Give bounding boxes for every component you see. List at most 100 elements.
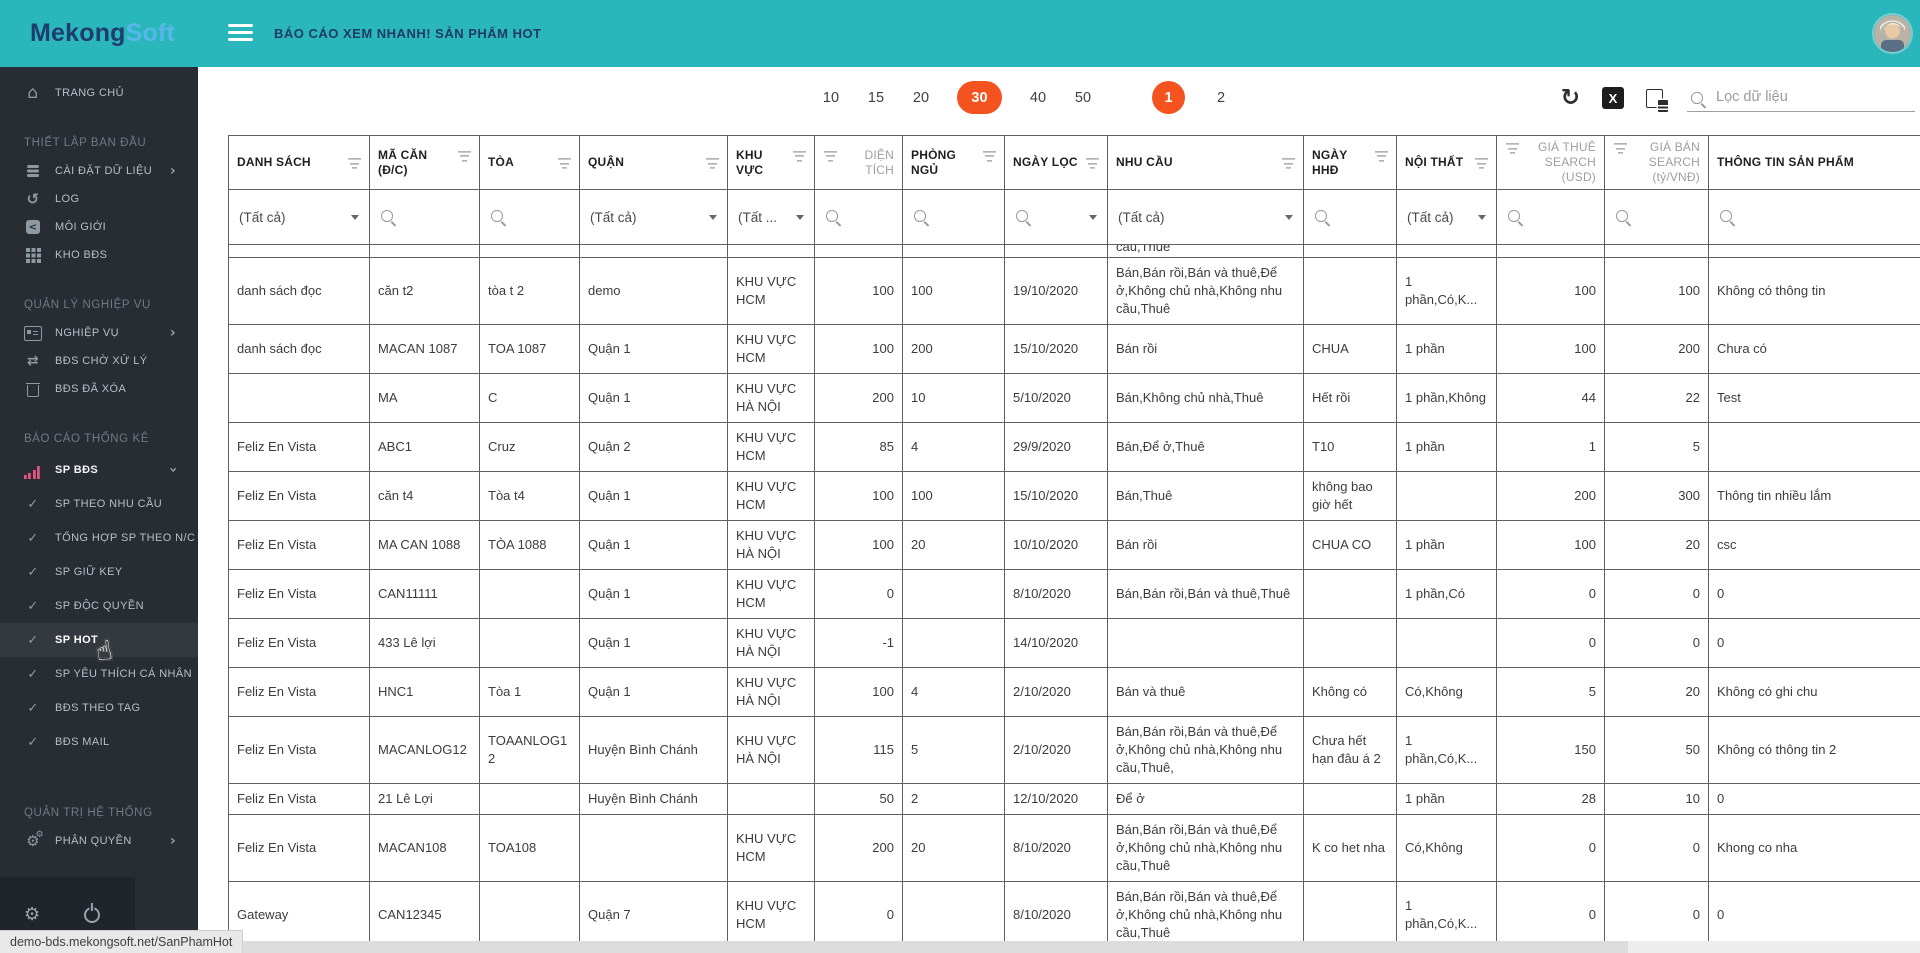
filter-cell-thong-tin-san-pham[interactable]: [1708, 189, 1920, 245]
filter-cell-noi-that[interactable]: (Tất cả): [1396, 189, 1497, 245]
sidebar-item-nghiep-vu[interactable]: NGHIỆP VỤ ›: [0, 319, 198, 347]
filter-menu-icon[interactable]: [705, 157, 719, 169]
sidebar-item-tong-hop-sp-theo-nc[interactable]: TỔNG HỢP SP THEO N/C: [0, 521, 198, 555]
table-row[interactable]: Feliz En Vista MACANLOG12 TOAANLOG12 Huyện …: [228, 716, 1920, 784]
filter-menu-icon[interactable]: [457, 149, 471, 162]
table-row[interactable]: Feliz En Vista MACAN108 TOA108 KHU VỰC HCM 2…: [228, 814, 1920, 882]
column-header-ngay-hhd[interactable]: NGÀY HHĐ: [1303, 135, 1397, 190]
table-row[interactable]: danh sách đọc MACAN 1087 TOA 1087 Quận 1 KHU…: [228, 324, 1920, 374]
chevron-down-icon[interactable]: [1285, 214, 1293, 220]
filter-cell-nhu-cau[interactable]: (Tất cả): [1107, 189, 1304, 245]
sidebar-item-sp-giu-key[interactable]: SP GIỮ KEY: [0, 555, 198, 589]
column-header-toa[interactable]: TÒA: [479, 135, 580, 190]
column-header-danh-sach[interactable]: DANH SÁCH: [228, 135, 370, 190]
filter-menu-icon[interactable]: [1374, 149, 1388, 162]
user-avatar[interactable]: [1874, 15, 1911, 52]
table-row[interactable]: Feliz En Vista 433 Lê lợi Quận 1 KHU VỰC HÀ…: [228, 618, 1920, 668]
filter-menu-icon[interactable]: [347, 157, 361, 169]
chevron-down-icon[interactable]: [1478, 214, 1486, 220]
page-size-50[interactable]: 50: [1074, 90, 1092, 106]
column-header-dien-tich[interactable]: DIỆN TÍCH: [814, 135, 903, 190]
filter-menu-icon[interactable]: [823, 149, 837, 162]
column-header-noi-that[interactable]: NỘI THẤT: [1396, 135, 1497, 190]
filter-cell-gia-thue-search[interactable]: [1496, 189, 1605, 245]
filter-cell-khu-vuc[interactable]: (Tất ...: [727, 189, 815, 245]
filter-menu-icon[interactable]: [982, 149, 996, 162]
column-header-thong-tin-san-pham[interactable]: THÔNG TIN SẢN PHẨM: [1708, 135, 1920, 190]
page-size-20[interactable]: 20: [912, 90, 930, 106]
sidebar-item-bds-theo-tag[interactable]: BĐS THEO TAG: [0, 691, 198, 725]
filter-menu-icon[interactable]: [557, 157, 571, 169]
settings-gear-icon[interactable]: ⚙: [24, 906, 40, 924]
table-row-partial[interactable]: cầu,Thuê: [228, 244, 1920, 258]
menu-toggle-icon[interactable]: [228, 24, 253, 42]
refresh-icon[interactable]: ↻: [1561, 86, 1580, 110]
cell-toa: Tòa t4: [479, 471, 580, 521]
table-row[interactable]: Feliz En Vista căn t4 Tòa t4 Quận 1 KHU VỰC …: [228, 471, 1920, 521]
filter-menu-icon[interactable]: [1281, 157, 1295, 169]
filter-menu-icon[interactable]: [792, 149, 806, 162]
column-header-nhu-cau[interactable]: NHU CẦU: [1107, 135, 1304, 190]
column-header-gia-thue-search[interactable]: GIÁ THUÊ SEARCH (USD): [1496, 135, 1605, 190]
power-logout-icon[interactable]: [84, 907, 101, 923]
horizontal-scrollbar[interactable]: [198, 941, 1920, 953]
page-size-10[interactable]: 10: [822, 90, 840, 106]
sidebar-item-trang-chu[interactable]: TRANG CHỦ: [0, 79, 198, 107]
filter-cell-ma-can[interactable]: [369, 189, 480, 245]
filter-menu-icon[interactable]: [1613, 142, 1627, 154]
search-input[interactable]: [1687, 84, 1915, 112]
filter-cell-ngay-hhd[interactable]: [1303, 189, 1397, 245]
scrollbar-thumb[interactable]: [198, 941, 1628, 953]
filter-cell-toa[interactable]: [479, 189, 580, 245]
column-header-ma-can[interactable]: MÃ CĂN (Đ/C): [369, 135, 480, 190]
sidebar-item-sp-yeu-thich-ca-nhan[interactable]: SP YÊU THÍCH CÁ NHÂN: [0, 657, 198, 691]
table-row[interactable]: Feliz En Vista 21 Lê Lợi Huyện Bình Chánh 5…: [228, 783, 1920, 815]
column-header-phong-ngu[interactable]: PHÒNG NGỦ: [902, 135, 1005, 190]
sidebar-item-moi-gioi[interactable]: MÔI GIỚI: [0, 213, 198, 241]
table-row[interactable]: Feliz En Vista ABC1 Cruz Quận 2 KHU VỰC HCM 8…: [228, 422, 1920, 472]
excel-export-icon[interactable]: X: [1602, 87, 1624, 109]
sidebar-item-bds-cho-xu-ly[interactable]: BĐS CHỜ XỬ LÝ: [0, 347, 198, 375]
filter-cell-dien-tich[interactable]: [814, 189, 903, 245]
column-header-khu-vuc[interactable]: KHU VỰC: [727, 135, 815, 190]
table-row[interactable]: Gateway CAN12345 Quận 7 KHU VỰC HCM 0 8/10/20…: [228, 881, 1920, 949]
sidebar-item-sp-hot[interactable]: SP HOT: [0, 623, 198, 657]
page-size-15[interactable]: 15: [867, 90, 885, 106]
filter-menu-icon[interactable]: [1085, 157, 1099, 169]
sidebar-item-kho-bds[interactable]: KHO BĐS: [0, 241, 198, 269]
sidebar-item-cai-dat-du-lieu[interactable]: CÀI ĐẶT DỮ LIỆU ›: [0, 157, 198, 185]
table-row[interactable]: MA C Quận 1 KHU VỰC HÀ NỘI 200 10 5/10/2020 Bán…: [228, 373, 1920, 423]
table-row[interactable]: Feliz En Vista CAN11111 Quận 1 KHU VỰC HCM 0…: [228, 569, 1920, 619]
sidebar-item-label: SP GIỮ KEY: [55, 566, 123, 578]
sidebar-item-phan-quyen[interactable]: PHÂN QUYỀN ›: [0, 827, 198, 855]
filter-cell-quan[interactable]: (Tất cả): [579, 189, 728, 245]
chevron-down-icon[interactable]: [709, 214, 717, 220]
sidebar-item-sp-theo-nhu-cau[interactable]: SP THEO NHU CẦU: [0, 487, 198, 521]
column-chooser-icon[interactable]: [1646, 88, 1668, 112]
column-header-ngay-loc[interactable]: NGÀY LỌC: [1004, 135, 1108, 190]
table-row[interactable]: danh sách đọc căn t2 tòa t 2 demo KHU VỰC HC…: [228, 257, 1920, 325]
filter-cell-phong-ngu[interactable]: [902, 189, 1005, 245]
filter-cell-ngay-loc[interactable]: [1004, 189, 1108, 245]
sidebar-item-sp-bds[interactable]: SP BĐS ›: [0, 453, 198, 487]
page-size-40[interactable]: 40: [1029, 90, 1047, 106]
chevron-down-icon[interactable]: [1089, 214, 1097, 220]
column-header-gia-ban-search[interactable]: GIÁ BÁN SEARCH (tỷ/VNĐ): [1604, 135, 1709, 190]
filter-cell-gia-ban-search[interactable]: [1604, 189, 1709, 245]
cell-toa: [479, 244, 580, 258]
filter-menu-icon[interactable]: [1474, 157, 1488, 169]
filter-cell-danh-sach[interactable]: (Tất cả): [228, 189, 370, 245]
sidebar-item-bds-da-xoa[interactable]: BĐS ĐÃ XÓA: [0, 375, 198, 403]
chevron-down-icon[interactable]: [796, 214, 804, 220]
sidebar-item-log[interactable]: LOG: [0, 185, 198, 213]
column-header-quan[interactable]: QUẬN: [579, 135, 728, 190]
table-row[interactable]: Feliz En Vista MA CAN 1088 TÒA 1088 Quận 1K…: [228, 520, 1920, 570]
sidebar-item-bds-mail[interactable]: BĐS MAIL: [0, 725, 198, 759]
filter-menu-icon[interactable]: [1505, 142, 1519, 154]
table-row[interactable]: Feliz En Vista HNC1 Tòa 1 Quận 1 KHU VỰC HÀ …: [228, 667, 1920, 717]
page-size-30[interactable]: 30: [957, 81, 1002, 114]
chevron-down-icon[interactable]: [351, 214, 359, 220]
page-number-1[interactable]: 1: [1152, 81, 1185, 114]
page-number-2[interactable]: 2: [1212, 90, 1230, 106]
sidebar-item-sp-doc-quyen[interactable]: SP ĐỘC QUYỀN: [0, 589, 198, 623]
